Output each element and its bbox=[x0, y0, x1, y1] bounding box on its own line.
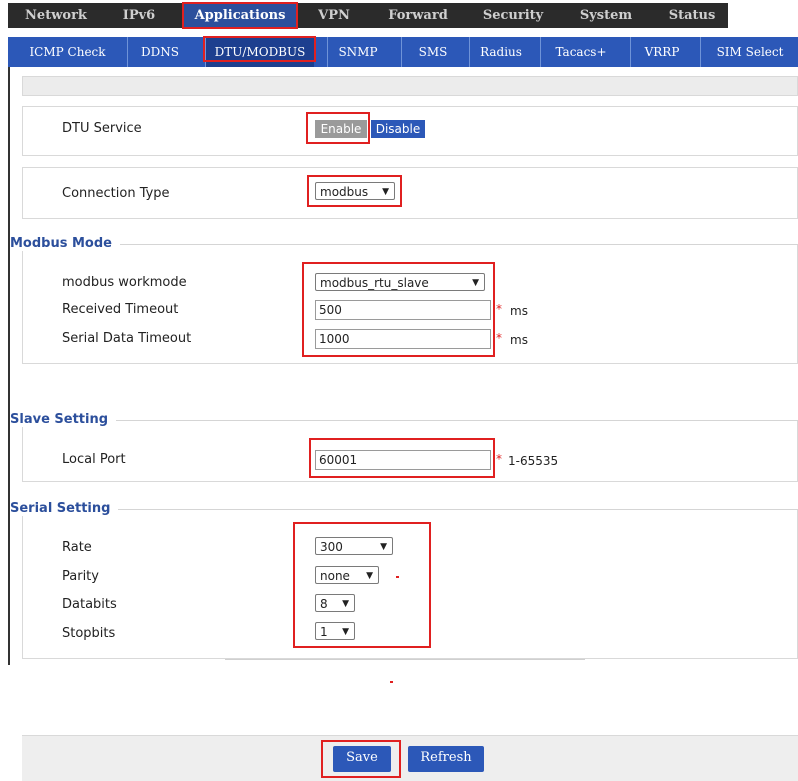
highlight-connection-type bbox=[307, 175, 402, 207]
tab-security[interactable]: Security bbox=[473, 3, 553, 28]
subtab-icmp-check[interactable]: ICMP Check bbox=[14, 37, 121, 67]
subtab-vrrp[interactable]: VRRP bbox=[630, 37, 693, 67]
local-port-range: 1-65535 bbox=[508, 454, 559, 468]
subtab-snmp[interactable]: SNMP bbox=[327, 37, 388, 67]
content-left-edge bbox=[8, 67, 10, 665]
disable-button[interactable]: Disable bbox=[371, 120, 425, 138]
local-port-label: Local Port bbox=[62, 452, 126, 467]
tab-forward[interactable]: Forward bbox=[373, 3, 463, 28]
subtab-sim-select[interactable]: SIM Select bbox=[700, 37, 798, 67]
tab-network[interactable]: Network bbox=[12, 3, 100, 28]
highlight-applications-tab bbox=[182, 2, 298, 29]
subtab-ddns[interactable]: DDNS bbox=[127, 37, 192, 67]
parity-label: Parity bbox=[62, 569, 99, 584]
serial-data-timeout-unit: ms bbox=[510, 333, 528, 347]
highlight-modbus-mode bbox=[302, 262, 495, 357]
tab-status[interactable]: Status bbox=[657, 3, 727, 28]
subtab-radius[interactable]: Radius bbox=[469, 37, 532, 67]
dtu-service-label: DTU Service bbox=[62, 121, 142, 136]
highlight-enable-button bbox=[306, 112, 370, 144]
modbus-legend-line bbox=[14, 244, 798, 245]
rate-label: Rate bbox=[62, 540, 92, 555]
serial-setting-legend: Serial Setting bbox=[10, 501, 119, 516]
modbus-mode-legend: Modbus Mode bbox=[10, 236, 120, 251]
slave-legend-line bbox=[14, 420, 798, 421]
top-separator-bar bbox=[22, 76, 798, 96]
subtab-sms[interactable]: SMS bbox=[401, 37, 464, 67]
tab-ipv6[interactable]: IPv6 bbox=[108, 3, 170, 28]
received-timeout-unit: ms bbox=[510, 304, 528, 318]
stopbits-label: Stopbits bbox=[62, 626, 116, 641]
tab-vpn[interactable]: VPN bbox=[308, 3, 360, 28]
serial-data-timeout-label: Serial Data Timeout bbox=[62, 331, 192, 346]
highlight-serial-setting bbox=[293, 522, 431, 648]
serial-legend-line bbox=[14, 509, 798, 510]
stray-mark bbox=[396, 576, 399, 578]
required-mark: * bbox=[496, 331, 502, 345]
stray-mark bbox=[390, 681, 393, 683]
required-mark: * bbox=[496, 302, 502, 316]
connection-type-label: Connection Type bbox=[62, 186, 170, 201]
received-timeout-label: Received Timeout bbox=[62, 302, 179, 317]
highlight-save-button bbox=[321, 740, 401, 778]
slave-setting-legend: Slave Setting bbox=[10, 412, 117, 427]
databits-label: Databits bbox=[62, 597, 117, 612]
tab-system[interactable]: System bbox=[565, 3, 647, 28]
bottom-divider bbox=[225, 659, 585, 660]
required-mark: * bbox=[496, 452, 502, 466]
modbus-workmode-label: modbus workmode bbox=[62, 275, 187, 290]
subtab-tacacs[interactable]: Tacacs+ bbox=[540, 37, 621, 67]
refresh-button[interactable]: Refresh bbox=[408, 746, 484, 772]
highlight-dtu-modbus-tab bbox=[203, 36, 316, 62]
highlight-local-port bbox=[309, 438, 495, 478]
